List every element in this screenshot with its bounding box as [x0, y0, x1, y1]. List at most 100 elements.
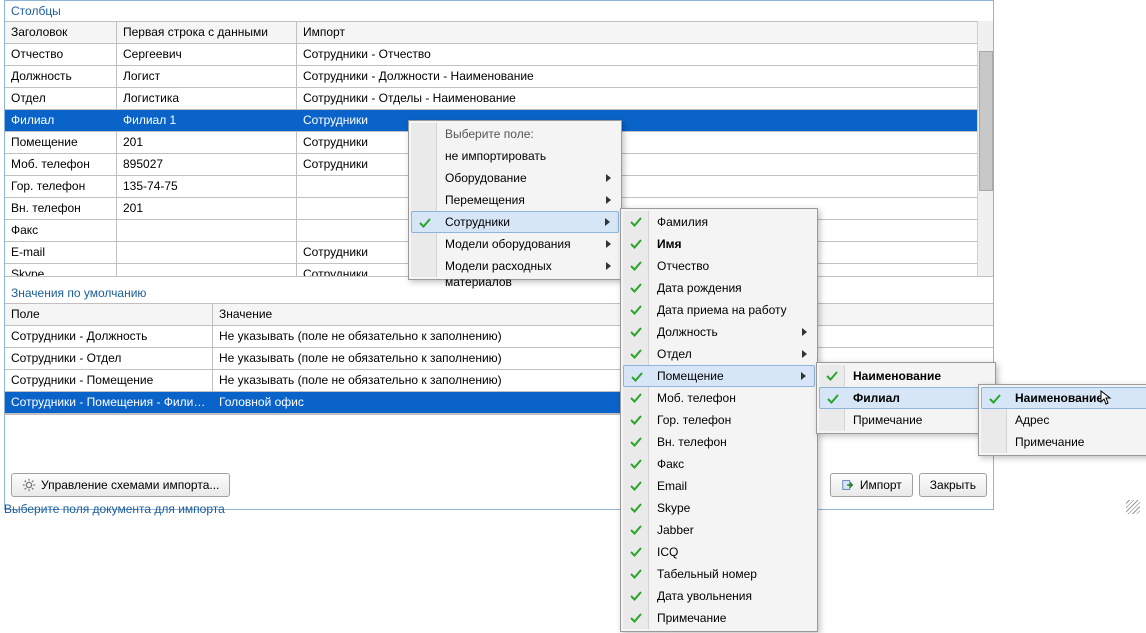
check-icon	[630, 260, 642, 272]
menu-item-label: Примечание	[657, 611, 726, 625]
menu-item-label: Модели оборудования	[445, 237, 571, 251]
menu-item[interactable]: Моб. телефон	[623, 387, 815, 409]
menu-item[interactable]: Дата приема на работу	[623, 299, 815, 321]
table-row[interactable]: Сотрудники - ДолжностьНе указывать (поле…	[5, 326, 993, 348]
check-icon	[630, 282, 642, 294]
menu-item[interactable]: ICQ	[623, 541, 815, 563]
table-cell[interactable]: 201	[117, 198, 297, 219]
import-button[interactable]: Импорт	[830, 473, 913, 497]
table-cell[interactable]	[117, 264, 297, 277]
table-cell[interactable]: Гор. телефон	[5, 176, 117, 197]
table-cell[interactable]	[117, 220, 297, 241]
table-cell[interactable]: Сотрудники - Отдел	[5, 348, 213, 369]
menu-item[interactable]: Фамилия	[623, 211, 815, 233]
menu-item[interactable]: Примечание	[981, 431, 1146, 453]
table-cell[interactable]: Skype	[5, 264, 117, 277]
table-cell[interactable]: Отдел	[5, 88, 117, 109]
check-icon	[630, 436, 642, 448]
columns-section-title: Столбцы	[5, 1, 993, 21]
table-cell[interactable]: Филиал	[5, 110, 117, 131]
menu-item[interactable]: Примечание	[819, 409, 993, 431]
menu-item[interactable]: Должность	[623, 321, 815, 343]
menu-item[interactable]: Дата рождения	[623, 277, 815, 299]
status-text: Выберите поля документа для импорта	[4, 502, 225, 516]
col-header-import[interactable]: Импорт	[297, 22, 993, 43]
manage-schemes-button[interactable]: Управление схемами импорта...	[11, 473, 230, 497]
table-cell[interactable]: Не указывать (поле не обязательно к запо…	[213, 326, 993, 347]
menu-item[interactable]: Модели расходных материалов	[411, 255, 619, 277]
col-header-title[interactable]: Заголовок	[5, 22, 117, 43]
columns-scrollbar[interactable]	[977, 21, 993, 276]
menu-item[interactable]: Оборудование	[411, 167, 619, 189]
table-cell[interactable]: Сотрудники - Отчество	[297, 44, 993, 65]
table-cell[interactable]	[117, 242, 297, 263]
table-cell[interactable]: Сотрудники	[297, 132, 993, 153]
import-icon	[841, 478, 855, 492]
table-cell[interactable]: Сотрудники - Помещение	[5, 370, 213, 391]
table-cell[interactable]: Логистика	[117, 88, 297, 109]
check-icon	[631, 371, 643, 383]
room-submenu[interactable]: НаименованиеФилиалПримечание	[816, 362, 996, 434]
field-menu[interactable]: Выберите поле: не импортироватьОборудова…	[408, 120, 622, 280]
resize-grip[interactable]	[1126, 500, 1140, 514]
menu-item[interactable]: Филиал	[819, 387, 993, 409]
menu-item[interactable]: Сотрудники	[411, 211, 619, 233]
table-cell[interactable]: Логист	[117, 66, 297, 87]
table-cell[interactable]: Сергеевич	[117, 44, 297, 65]
table-cell[interactable]: Отчество	[5, 44, 117, 65]
table-cell[interactable]: Вн. телефон	[5, 198, 117, 219]
menu-item[interactable]: Вн. телефон	[623, 431, 815, 453]
table-cell[interactable]: Должность	[5, 66, 117, 87]
menu-item-label: не импортировать	[445, 149, 546, 163]
menu-item[interactable]: Jabber	[623, 519, 815, 541]
table-cell[interactable]: Филиал 1	[117, 110, 297, 131]
menu-item[interactable]: Примечание	[623, 607, 815, 629]
menu-item[interactable]: Адрес	[981, 409, 1146, 431]
menu-item-label: Skype	[657, 501, 690, 515]
table-cell[interactable]: Сотрудники	[297, 154, 993, 175]
chevron-right-icon	[801, 372, 806, 380]
table-cell[interactable]: Моб. телефон	[5, 154, 117, 175]
menu-item[interactable]: Перемещения	[411, 189, 619, 211]
check-icon	[630, 568, 642, 580]
table-cell[interactable]: Сотрудники - Отделы - Наименование	[297, 88, 993, 109]
menu-item[interactable]: Имя	[623, 233, 815, 255]
close-button[interactable]: Закрыть	[919, 473, 987, 497]
menu-item[interactable]: Табельный номер	[623, 563, 815, 585]
col-header-first-row[interactable]: Первая строка с данными	[117, 22, 297, 43]
import-label: Импорт	[860, 478, 902, 492]
branch-submenu[interactable]: НаименованиеАдресПримечание	[978, 384, 1146, 456]
defaults-header-field[interactable]: Поле	[5, 304, 213, 325]
table-cell[interactable]: 135-74-75	[117, 176, 297, 197]
table-row[interactable]: ДолжностьЛогистСотрудники - Должности - …	[5, 66, 993, 88]
menu-item[interactable]: Наименование	[819, 365, 993, 387]
menu-item[interactable]: Email	[623, 475, 815, 497]
table-cell[interactable]: 201	[117, 132, 297, 153]
table-cell[interactable]	[297, 176, 993, 197]
table-cell[interactable]: Сотрудники - Помещения - Филиал	[5, 392, 213, 413]
menu-item[interactable]: Модели оборудования	[411, 233, 619, 255]
table-cell[interactable]: Помещение	[5, 132, 117, 153]
menu-item[interactable]: не импортировать	[411, 145, 619, 167]
menu-item[interactable]: Помещение	[623, 365, 815, 387]
check-icon	[630, 546, 642, 558]
menu-item-label: Фамилия	[657, 215, 708, 229]
menu-item[interactable]: Факс	[623, 453, 815, 475]
menu-item[interactable]: Наименование	[981, 387, 1146, 409]
menu-item[interactable]: Отчество	[623, 255, 815, 277]
scroll-thumb[interactable]	[979, 51, 993, 191]
table-row[interactable]: ОтчествоСергеевичСотрудники - Отчество	[5, 44, 993, 66]
table-cell[interactable]: 895027	[117, 154, 297, 175]
menu-item[interactable]: Отдел	[623, 343, 815, 365]
menu-item[interactable]: Skype	[623, 497, 815, 519]
table-row[interactable]: ОтделЛогистикаСотрудники - Отделы - Наим…	[5, 88, 993, 110]
table-cell[interactable]: Сотрудники - Должность	[5, 326, 213, 347]
employees-submenu[interactable]: Фамилия ИмяОтчествоДата рожденияДата прие…	[620, 208, 818, 632]
menu-item[interactable]: Гор. телефон	[623, 409, 815, 431]
table-cell[interactable]: Сотрудники	[297, 110, 993, 131]
table-cell[interactable]: E-mail	[5, 242, 117, 263]
menu-item[interactable]: Дата увольнения	[623, 585, 815, 607]
table-cell[interactable]: Факс	[5, 220, 117, 241]
defaults-header-value[interactable]: Значение	[213, 304, 993, 325]
table-cell[interactable]: Сотрудники - Должности - Наименование	[297, 66, 993, 87]
